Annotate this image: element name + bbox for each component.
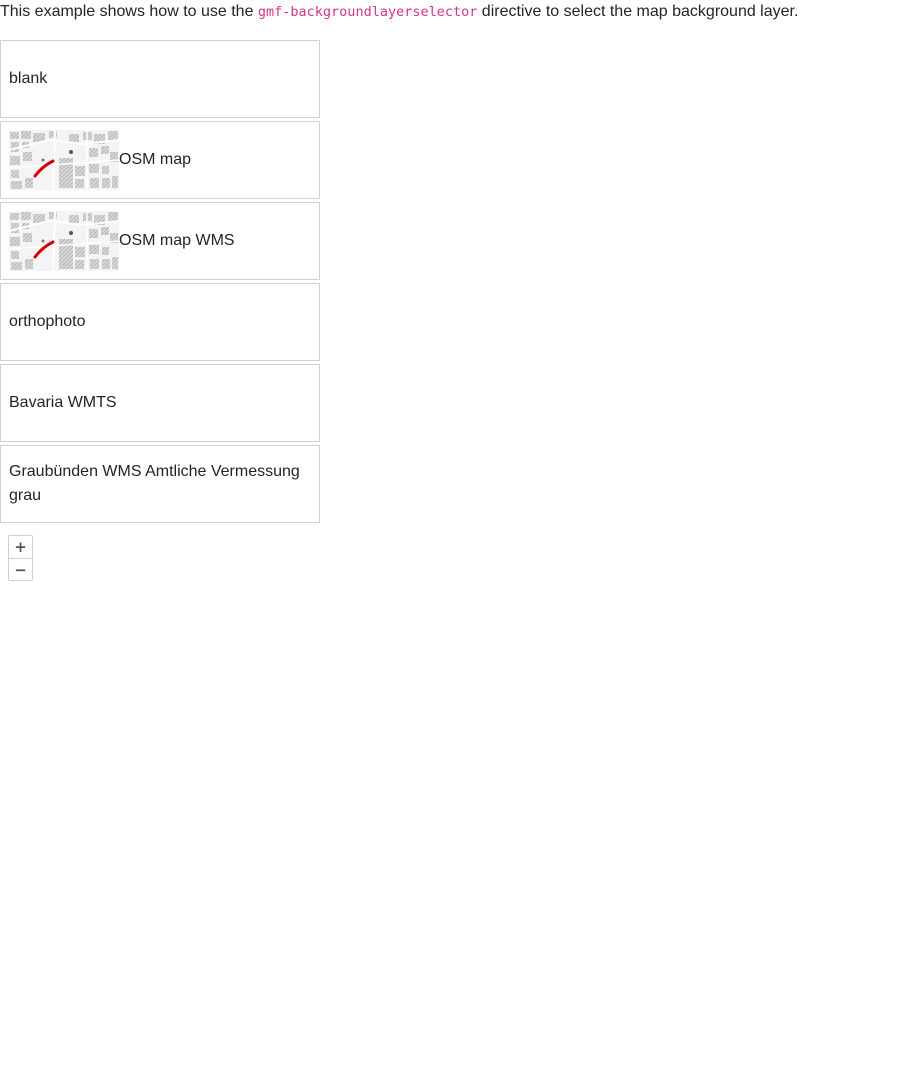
intro-text: This example shows how to use the gmf-ba… [0, 2, 798, 22]
layer-item-orthophoto[interactable]: orthophoto [0, 283, 320, 361]
layer-label: Graubünden WMS Amtliche Vermessung grau [9, 463, 300, 504]
osm-thumbnail-icon [9, 211, 119, 271]
layer-label: blank [9, 70, 48, 87]
layer-label: OSM map WMS [119, 232, 235, 249]
layer-label: Bavaria WMTS [9, 394, 117, 411]
zoom-control: + − [8, 535, 33, 581]
background-layer-selector: blank OSM map OSM map WMS orthophoto Bav… [0, 40, 320, 526]
intro-text-after: directive to select the map background l… [477, 3, 799, 20]
layer-item-bavaria-wmts[interactable]: Bavaria WMTS [0, 364, 320, 442]
zoom-in-button[interactable]: + [9, 536, 32, 558]
osm-thumbnail-icon [9, 130, 119, 190]
layer-item-osm-map[interactable]: OSM map [0, 121, 320, 199]
intro-text-before: This example shows how to use the [0, 3, 258, 20]
layer-item-blank[interactable]: blank [0, 40, 320, 118]
layer-item-osm-map-wms[interactable]: OSM map WMS [0, 202, 320, 280]
layer-item-graubunden-wms[interactable]: Graubünden WMS Amtliche Vermessung grau [0, 445, 320, 523]
directive-code: gmf-backgroundlayerselector [257, 4, 478, 20]
layer-label: OSM map [119, 151, 192, 168]
layer-label: orthophoto [9, 313, 86, 330]
zoom-out-button[interactable]: − [9, 558, 32, 580]
